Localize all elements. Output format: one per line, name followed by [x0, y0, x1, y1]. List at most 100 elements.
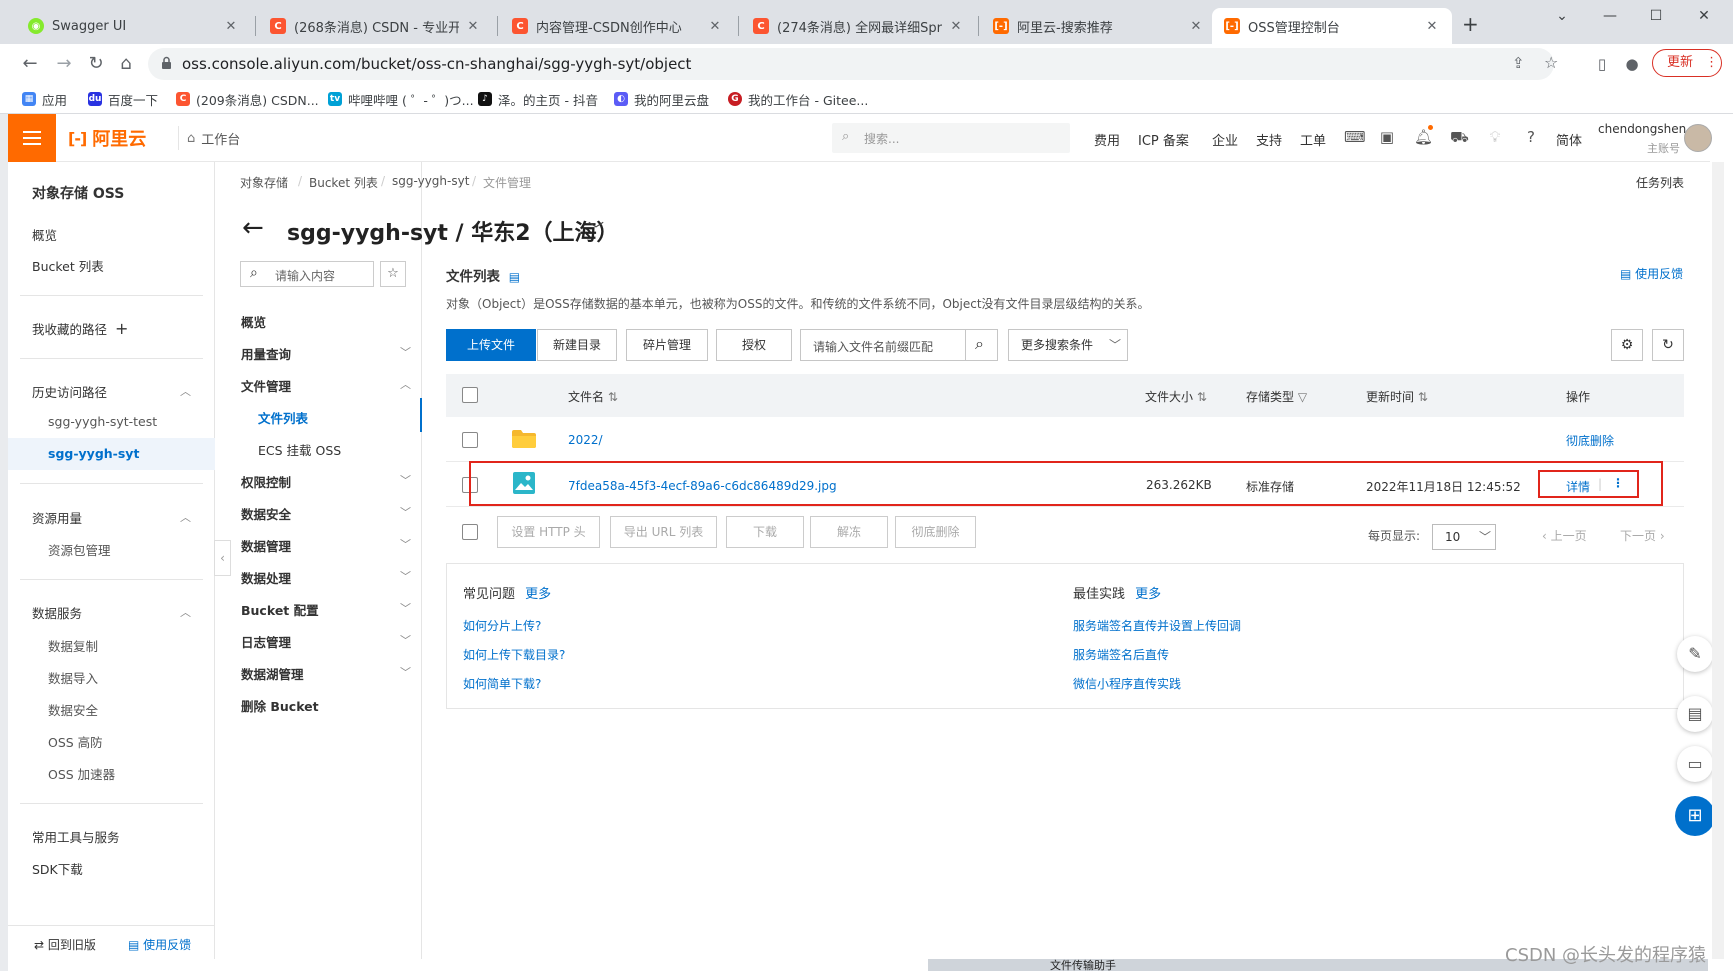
page-scrollbar[interactable]: [1712, 162, 1724, 959]
sidebar-item-resource-pack[interactable]: 资源包管理: [48, 540, 111, 559]
cloud-shell-icon[interactable]: ⌨: [1344, 128, 1366, 146]
browser-tab-csdn-2[interactable]: C 内容管理-CSDN创作中心 ✕: [500, 8, 735, 44]
workbench-link[interactable]: ⌂ 工作台: [178, 126, 240, 150]
add-icon[interactable]: +: [115, 319, 128, 338]
best-practice-link[interactable]: 微信小程序直传实践: [1073, 675, 1181, 692]
best-practice-link[interactable]: 服务端签名直传并设置上传回调: [1073, 617, 1241, 634]
share-icon[interactable]: ⇪: [1512, 54, 1525, 72]
bucket-nav-processing[interactable]: 数据处理: [241, 568, 291, 587]
file-search-button[interactable]: ⌕: [965, 329, 998, 361]
user-account[interactable]: chendongshen 主账号: [1598, 122, 1686, 156]
avatar[interactable]: [1684, 124, 1712, 152]
chevron-down-icon[interactable]: ﹀: [400, 568, 411, 584]
folder-link[interactable]: 2022/: [568, 433, 603, 447]
edit-pencil-icon[interactable]: ✎: [1677, 636, 1713, 672]
sidebar-item-security[interactable]: 数据安全: [48, 700, 98, 719]
authorize-button[interactable]: 授权: [716, 329, 792, 361]
minimize-icon[interactable]: —: [1588, 4, 1632, 28]
sidebar-data-title[interactable]: 数据服务: [32, 603, 82, 622]
sort-icon[interactable]: ⇅: [608, 390, 618, 404]
next-page-button[interactable]: 下一页 ›: [1620, 527, 1665, 544]
nav-ticket[interactable]: 工单: [1300, 130, 1326, 149]
close-window-icon[interactable]: ✕: [1682, 4, 1726, 28]
sidepanel-icon[interactable]: ▯: [1590, 52, 1614, 76]
feedback-link[interactable]: ▤ 使用反馈: [1620, 265, 1683, 282]
sidebar-item-ddos[interactable]: OSS 高防: [48, 732, 103, 751]
nav-enterprise[interactable]: 企业: [1212, 130, 1238, 149]
nav-support[interactable]: 支持: [1256, 130, 1282, 149]
new-directory-button[interactable]: 新建目录: [537, 329, 617, 361]
faq-link[interactable]: 如何简单下载?: [463, 675, 541, 692]
doc-icon[interactable]: ▤: [509, 270, 520, 284]
bookmark-bilibili[interactable]: tv 哔哩哔哩 ( ゜- ゜)つ...: [328, 90, 474, 108]
cart-icon[interactable]: ⛟: [1450, 128, 1469, 146]
tab-search-icon[interactable]: ⌄: [1540, 4, 1584, 28]
chevron-down-icon[interactable]: ﹀: [400, 632, 411, 648]
forward-icon[interactable]: →: [52, 52, 76, 76]
browser-tab-swagger[interactable]: ◉ Swagger UI ✕: [16, 8, 251, 44]
more-search-dropdown[interactable]: 更多搜索条件 ﹀: [1008, 329, 1128, 361]
feedback-link[interactable]: ▤ 使用反馈: [128, 936, 191, 953]
chevron-down-icon[interactable]: ﹀: [400, 536, 411, 552]
chevron-down-icon[interactable]: ﹀: [588, 216, 604, 240]
sidebar-history-item-active[interactable]: sgg-yygh-syt: [48, 446, 139, 461]
set-http-header-button[interactable]: 设置 HTTP 头: [497, 516, 600, 548]
unfreeze-button[interactable]: 解冻: [810, 516, 888, 548]
batch-delete-button[interactable]: 彻底删除: [895, 516, 976, 548]
faq-link[interactable]: 如何分片上传?: [463, 617, 541, 634]
nav-fees[interactable]: 费用: [1094, 130, 1120, 149]
sidebar-favorites[interactable]: 我收藏的路径 +: [32, 319, 128, 338]
bucket-nav-datalake[interactable]: 数据湖管理: [241, 664, 304, 683]
aliyun-logo[interactable]: [-] 阿里云: [68, 126, 146, 151]
fragment-mgmt-button[interactable]: 碎片管理: [626, 329, 708, 361]
bookmark-apps[interactable]: ▦ 应用: [22, 90, 67, 108]
bucket-nav-config[interactable]: Bucket 配置: [241, 600, 319, 619]
bookmark-douyin[interactable]: ♪ 泽。的主页 - 抖音: [478, 90, 598, 108]
prev-page-button[interactable]: ‹ 上一页: [1542, 527, 1587, 544]
bookmark-baidu[interactable]: du 百度一下: [88, 90, 158, 108]
settings-gear-icon[interactable]: ⚙: [1611, 329, 1643, 361]
bookmark-csdn[interactable]: C (209条消息) CSDN...: [176, 90, 319, 108]
best-practice-link[interactable]: 服务端签名后直传: [1073, 646, 1169, 663]
column-updated[interactable]: 更新时间 ⇅: [1366, 388, 1428, 405]
chat-icon[interactable]: ▭: [1677, 746, 1713, 782]
apps-grid-icon[interactable]: ⊞: [1675, 796, 1715, 836]
bucket-nav-file-list[interactable]: 文件列表: [258, 408, 308, 427]
notebook-icon[interactable]: ▤: [1677, 696, 1713, 732]
bucket-nav-usage[interactable]: 用量查询: [241, 344, 291, 363]
nav-icp[interactable]: ICP 备案: [1138, 130, 1189, 149]
column-size[interactable]: 文件大小 ⇅: [1145, 388, 1207, 405]
breadcrumb-oss[interactable]: 对象存储: [240, 174, 288, 191]
browser-tab-oss-console[interactable]: [-] OSS管理控制台 ✕: [1212, 8, 1452, 44]
home-icon[interactable]: ⌂: [114, 52, 138, 76]
maximize-icon[interactable]: ☐: [1634, 4, 1678, 28]
lightbulb-icon[interactable]: 💡︎: [1486, 128, 1504, 146]
browser-tab-aliyun-search[interactable]: [-] 阿里云-搜索推荐 ✕: [981, 8, 1216, 44]
chevron-up-icon[interactable]: ︿: [180, 604, 191, 619]
sidebar-item-replication[interactable]: 数据复制: [48, 636, 98, 655]
menu-icon[interactable]: [8, 114, 56, 162]
sidebar-history-title[interactable]: 历史访问路径: [32, 382, 107, 401]
bucket-nav-data-mgmt[interactable]: 数据管理: [241, 536, 291, 555]
filter-icon[interactable]: ▽: [1298, 390, 1307, 404]
column-storage[interactable]: 存储类型 ▽: [1246, 388, 1307, 405]
back-arrow-icon[interactable]: ←: [242, 213, 264, 243]
back-icon[interactable]: ←: [18, 52, 42, 76]
close-tab-icon[interactable]: ✕: [707, 19, 723, 34]
best-practice-more-link[interactable]: 更多: [1135, 587, 1161, 602]
bucket-nav-security[interactable]: 数据安全: [241, 504, 291, 523]
select-all-checkbox[interactable]: [462, 387, 478, 403]
sidebar-item-tools[interactable]: 常用工具与服务: [32, 827, 120, 846]
bucket-nav-delete[interactable]: 删除 Bucket: [241, 696, 319, 715]
column-name[interactable]: 文件名 ⇅: [568, 388, 618, 405]
sidebar-item-sdk[interactable]: SDK下载: [32, 859, 83, 878]
bucket-nav-permission[interactable]: 权限控制: [241, 472, 291, 491]
new-tab-icon[interactable]: +: [1462, 12, 1479, 36]
browser-tab-csdn-1[interactable]: C (268条消息) CSDN - 专业开发者 ✕: [258, 8, 493, 44]
close-tab-icon[interactable]: ✕: [948, 19, 964, 34]
upload-file-button[interactable]: 上传文件: [446, 329, 536, 361]
browser-tab-csdn-3[interactable]: C (274条消息) 全网最详细SpringB ✕: [741, 8, 976, 44]
breadcrumb-bucket-list[interactable]: Bucket 列表: [309, 174, 378, 191]
back-old-version-link[interactable]: ⇄ 回到旧版: [34, 936, 96, 953]
chevron-down-icon[interactable]: ﹀: [400, 600, 411, 616]
